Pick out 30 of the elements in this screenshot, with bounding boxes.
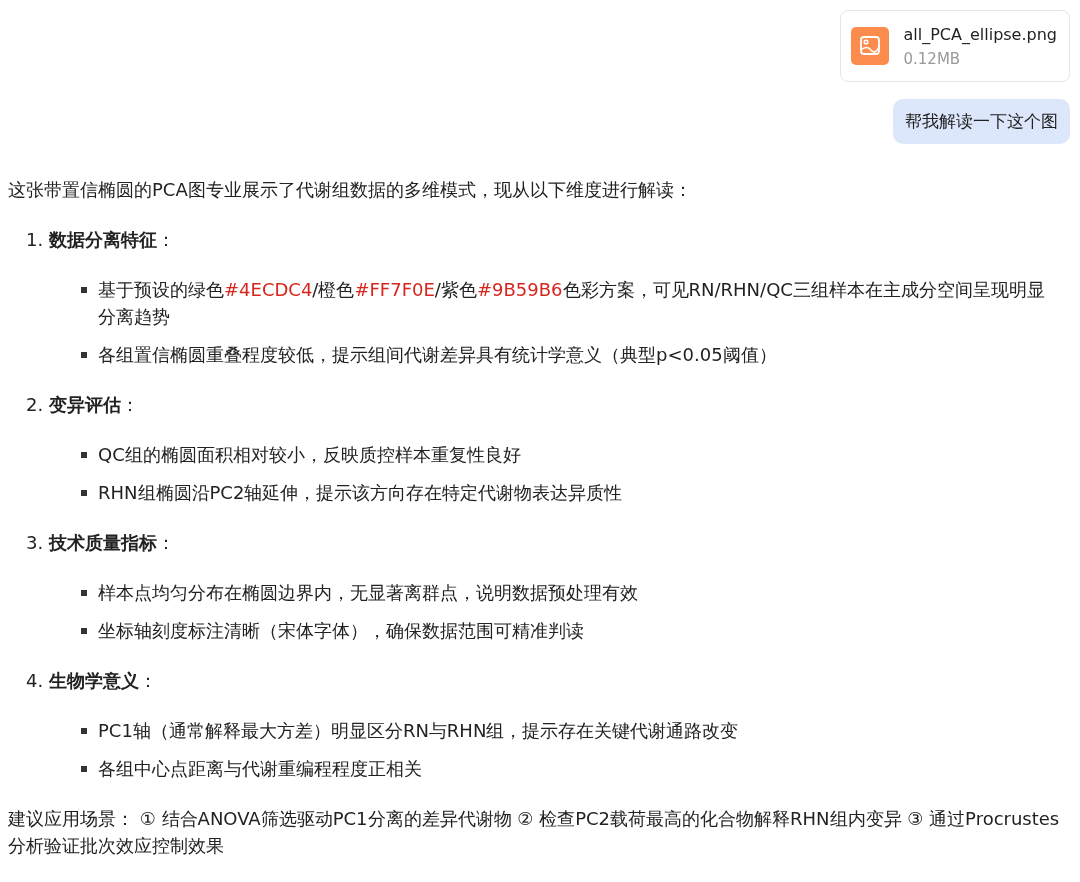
- file-attachment-card[interactable]: all_PCA_ellipse.png 0.12MB: [840, 10, 1070, 82]
- bullet-text: PC1轴（通常解释最大方差）明显区分RN与RHN组，提示存在关键代谢通路改变: [98, 719, 739, 743]
- list-number: 2.: [26, 393, 44, 417]
- bullet-icon: [81, 628, 87, 634]
- file-size: 0.12MB: [903, 49, 962, 68]
- bullet-icon: [81, 766, 87, 772]
- bullet-icon: [81, 490, 87, 496]
- bullet-text: RHN组椭圆沿PC2轴延伸，提示该方向存在特定代谢物表达异质性: [98, 481, 623, 505]
- bullet-text: 各组置信椭圆重叠程度较低，提示组间代谢差异具有统计学意义（典型p<0.05阈值）: [98, 343, 777, 367]
- bullet-icon: [81, 452, 87, 458]
- list-number: 4.: [26, 669, 44, 693]
- user-message: 帮我解读一下这个图: [893, 99, 1070, 144]
- bullet-text: 样本点均匀分布在椭圆边界内，无显著离群点，说明数据预处理有效: [98, 581, 638, 605]
- answer-intro: 这张带置信椭圆的PCA图专业展示了代谢组数据的多维模式，现从以下维度进行解读：: [8, 178, 693, 202]
- list-number: 1.: [26, 228, 44, 252]
- bullet-icon: [81, 352, 87, 358]
- section-title: 生物学意义：: [49, 669, 158, 693]
- section-title: 变异评估：: [49, 393, 140, 417]
- section-title: 技术质量指标：: [49, 531, 176, 555]
- bullet-text: 各组中心点距离与代谢重编程程度正相关: [98, 757, 422, 781]
- bullet-icon: [81, 287, 87, 293]
- bullet-text: 基于预设的绿色#4ECDC4/橙色#FF7F0E/紫色#9B59B6色彩方案，可见RN/RHN/QC三组样本在主成分空间呈现明显分离趋势: [98, 278, 1046, 329]
- list-number: 3.: [26, 531, 44, 555]
- section-title: 数据分离特征：: [49, 228, 176, 252]
- bullet-icon: [81, 590, 87, 596]
- conclusion-text: 建议应用场景： ① 结合ANOVA筛选驱动PC1分离的差异代谢物 ② 检查PC2载荷最高的化合物解释RHN组内变异 ③ 通过Procrustes分析验证批次效应控制效果: [8, 807, 1061, 858]
- bullet-icon: [81, 728, 87, 734]
- bullet-text: QC组的椭圆面积相对较小，反映质控样本重复性良好: [98, 443, 521, 467]
- bullet-text: 坐标轴刻度标注清晰（宋体字体），确保数据范围可精准判读: [98, 619, 584, 643]
- file-name: all_PCA_ellipse.png: [903, 24, 1057, 44]
